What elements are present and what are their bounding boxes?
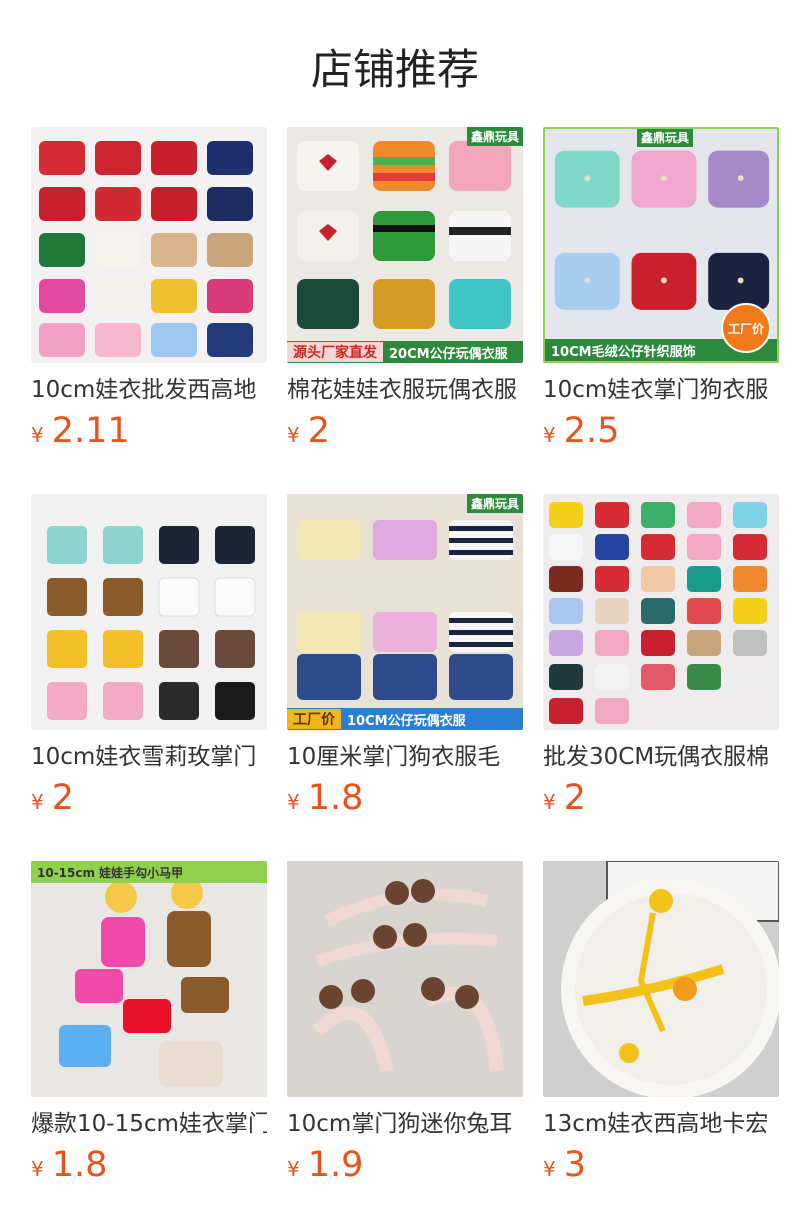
price-value: 1.8 [307, 778, 364, 818]
banner-text: 10CM公仔玩偶衣服 [347, 713, 466, 729]
currency-symbol: ¥ [31, 790, 44, 814]
product-name[interactable]: 爆款10-15cm娃衣掌门 [31, 1109, 267, 1139]
product-image[interactable] [31, 494, 267, 730]
product-price: ¥1.8 [287, 778, 523, 822]
currency-symbol: ¥ [31, 1157, 44, 1181]
product-image[interactable] [543, 494, 779, 730]
product-image[interactable]: 鑫鼎玩具 10CM毛绒公仔针织服饰 工厂价 [543, 127, 779, 363]
product-name[interactable]: 批发30CM玩偶衣服棉 [543, 742, 779, 772]
product-image[interactable]: 鑫鼎玩具 工厂价 10CM公仔玩偶衣服 [287, 494, 523, 730]
product-card[interactable]: 批发30CM玩偶衣服棉 ¥2 [543, 494, 779, 822]
product-card[interactable]: 鑫鼎玩具 源头厂家直发 20CM公仔玩偶衣服 棉花娃娃衣服玩偶衣服 ¥2 [287, 127, 523, 455]
product-card[interactable]: 13cm娃衣西高地卡宏 ¥3 [543, 861, 779, 1189]
product-banner: 工厂价 10CM公仔玩偶衣服 [287, 708, 523, 730]
product-name[interactable]: 10cm娃衣雪莉玫掌门 [31, 742, 267, 772]
product-price: ¥2.11 [31, 411, 267, 455]
product-image[interactable] [287, 861, 523, 1097]
banner-text: 10CM毛绒公仔针织服饰 [551, 344, 696, 360]
product-price: ¥2 [287, 411, 523, 455]
product-price: ¥1.8 [31, 1145, 267, 1189]
product-image[interactable] [31, 127, 267, 363]
price-value: 3 [563, 1145, 587, 1185]
price-value: 2.5 [563, 411, 620, 451]
factory-price-stamp: 工厂价 [721, 303, 771, 353]
price-value: 1.8 [51, 1145, 108, 1185]
price-value: 2 [563, 778, 587, 818]
currency-symbol: ¥ [31, 423, 44, 447]
product-price: ¥3 [543, 1145, 779, 1189]
product-price: ¥2 [543, 778, 779, 822]
currency-symbol: ¥ [543, 1157, 556, 1181]
product-name[interactable]: 10厘米掌门狗衣服毛 [287, 742, 523, 772]
price-value: 1.9 [307, 1145, 364, 1185]
banner-tag: 源头厂家直发 [287, 342, 383, 362]
product-card[interactable]: 鑫鼎玩具 10CM毛绒公仔针织服饰 工厂价 10cm娃衣掌门狗衣服 ¥2.5 [543, 127, 779, 455]
product-image[interactable]: 10-15cm 娃娃手勾小马甲 [31, 861, 267, 1097]
price-value: 2.11 [51, 411, 130, 451]
product-top-label: 10-15cm 娃娃手勾小马甲 [31, 861, 267, 883]
product-name[interactable]: 棉花娃娃衣服玩偶衣服 [287, 375, 523, 405]
product-card[interactable]: 10cm娃衣批发西高地 ¥2.11 [31, 127, 267, 455]
product-card[interactable]: 鑫鼎玩具 工厂价 10CM公仔玩偶衣服 10厘米掌门狗衣服毛 ¥1.8 [287, 494, 523, 822]
product-price: ¥2.5 [543, 411, 779, 455]
shop-badge: 鑫鼎玩具 [466, 494, 523, 513]
product-grid: 10cm娃衣批发西高地 ¥2.11 鑫鼎玩具 源头厂家直发 20CM公仔玩偶衣服… [0, 0, 790, 1230]
banner-text: 20CM公仔玩偶衣服 [389, 346, 508, 362]
product-price: ¥2 [31, 778, 267, 822]
product-price: ¥1.9 [287, 1145, 523, 1189]
product-name[interactable]: 13cm娃衣西高地卡宏 [543, 1109, 779, 1139]
shop-badge: 鑫鼎玩具 [466, 127, 523, 146]
product-card[interactable]: 10-15cm 娃娃手勾小马甲 爆款10-15cm娃衣掌门 ¥1.8 [31, 861, 267, 1189]
product-banner: 源头厂家直发 20CM公仔玩偶衣服 [287, 341, 523, 363]
price-value: 2 [51, 778, 75, 818]
product-image[interactable]: 鑫鼎玩具 源头厂家直发 20CM公仔玩偶衣服 [287, 127, 523, 363]
price-value: 2 [307, 411, 331, 451]
product-name[interactable]: 10cm娃衣批发西高地 [31, 375, 267, 405]
currency-symbol: ¥ [287, 790, 300, 814]
product-name[interactable]: 10cm娃衣掌门狗衣服 [543, 375, 779, 405]
product-image[interactable] [543, 861, 779, 1097]
currency-symbol: ¥ [287, 423, 300, 447]
banner-tag: 工厂价 [287, 709, 341, 729]
currency-symbol: ¥ [287, 1157, 300, 1181]
product-card[interactable]: 10cm娃衣雪莉玫掌门 ¥2 [31, 494, 267, 822]
product-card[interactable]: 10cm掌门狗迷你兔耳 ¥1.9 [287, 861, 523, 1189]
currency-symbol: ¥ [543, 790, 556, 814]
shop-badge: 鑫鼎玩具 [637, 129, 694, 147]
currency-symbol: ¥ [543, 423, 556, 447]
product-name[interactable]: 10cm掌门狗迷你兔耳 [287, 1109, 523, 1139]
